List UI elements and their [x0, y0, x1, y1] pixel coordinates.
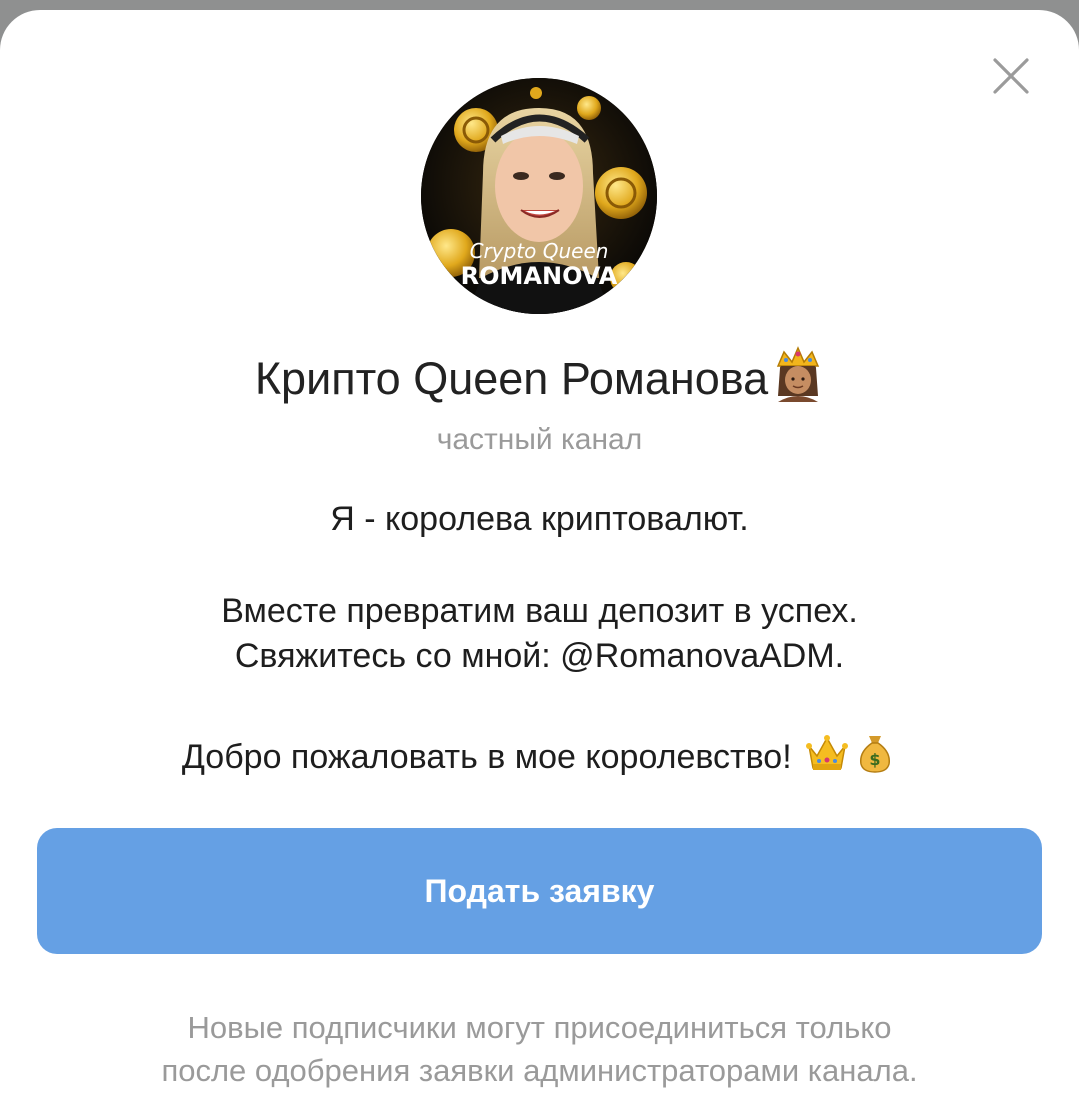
apply-button[interactable]: Подать заявку [37, 828, 1042, 954]
channel-type-label: частный канал [436, 423, 643, 456]
channel-avatar: Crypto Queen ROMANOVA [421, 78, 657, 314]
svg-text:$: $ [870, 750, 881, 769]
crown-person-emoji [772, 346, 824, 402]
description-line-4-text: Добро пожаловать в мое королевство! [181, 738, 792, 776]
approval-note-line-2: после одобрения заявки администраторами … [161, 1053, 918, 1088]
close-icon [993, 58, 1029, 94]
channel-title: Крипто Queen Романова [0, 346, 1079, 405]
close-button[interactable] [991, 56, 1031, 96]
crown-emoji [805, 730, 849, 774]
description-line-3: Свяжитесь со мной: @RomanovaADM. [234, 637, 845, 675]
svg-text:Crypto Queen: Crypto Queen [470, 239, 609, 263]
svg-text:ROMANOVA: ROMANOVA [461, 262, 618, 290]
channel-title-text: Крипто Queen Романова [254, 353, 769, 404]
description-line-4: Добро пожаловать в мое королевство! $ [0, 730, 1079, 777]
description-line-1: Я - королева криптовалют. [330, 500, 749, 538]
money-bag-emoji: $ [853, 730, 897, 774]
channel-join-sheet: Crypto Queen ROMANOVA Крипто Queen Роман… [0, 10, 1079, 1094]
description-line-2: Вместе превратим ваш депозит в успех. [221, 592, 858, 630]
approval-note-line-1: Новые подписчики могут присоединиться то… [187, 1010, 892, 1045]
